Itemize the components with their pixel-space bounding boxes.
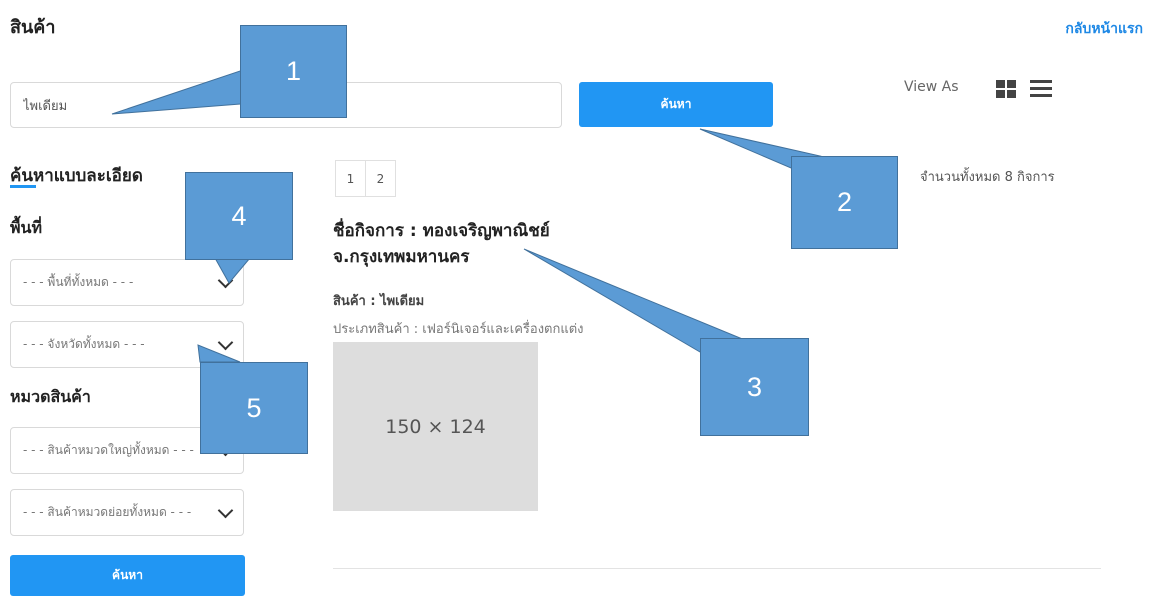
callout-1: 1	[240, 25, 347, 118]
view-as-label: View As	[904, 79, 959, 95]
sub-category-select[interactable]: - - - สินค้าหมวดย่อยทั้งหมด - - -	[10, 489, 244, 536]
province-select[interactable]: - - - จังหวัดทั้งหมด - - -	[10, 321, 244, 368]
main-category-select-value: - - - สินค้าหมวดใหญ่ทั้งหมด - - -	[23, 443, 194, 457]
page-link-1[interactable]: 1	[335, 160, 366, 197]
chevron-down-icon	[217, 334, 234, 350]
grid-view-icon[interactable]	[996, 80, 1016, 98]
chevron-down-icon	[217, 272, 234, 288]
business-province: จ.กรุงเทพมหานคร	[333, 247, 470, 267]
callout-2: 2	[791, 156, 898, 249]
advanced-search-button[interactable]: ค้นหา	[10, 555, 245, 596]
product-type: ประเภทสินค้า : เฟอร์นิเจอร์และเครื่องตกแ…	[333, 322, 584, 337]
chevron-down-icon	[217, 502, 234, 518]
back-to-home-link[interactable]: กลับหน้าแรก	[1065, 18, 1143, 40]
list-view-icon[interactable]	[1030, 79, 1052, 97]
category-label: หมวดสินค้า	[10, 387, 91, 406]
result-item[interactable]: ชื่อกิจการ : ทองเจริญพาณิชย์ จ.กรุงเทพมห…	[333, 218, 550, 270]
province-select-value: - - - จังหวัดทั้งหมด - - -	[23, 337, 145, 351]
page-link-2[interactable]: 2	[365, 160, 396, 197]
product-image-placeholder[interactable]: 150 × 124	[333, 342, 538, 511]
title-underline	[10, 185, 36, 188]
total-count: จำนวนทั้งหมด 8 กิจการ	[920, 170, 1055, 185]
area-select[interactable]: - - - พื้นที่ทั้งหมด - - -	[10, 259, 244, 306]
business-name[interactable]: ชื่อกิจการ : ทองเจริญพาณิชย์	[333, 218, 550, 244]
divider	[333, 568, 1101, 569]
product-name: สินค้า : ไพเดียม	[333, 294, 425, 309]
search-button[interactable]: ค้นหา	[579, 82, 773, 127]
sub-category-select-value: - - - สินค้าหมวดย่อยทั้งหมด - - -	[23, 505, 192, 519]
page-title: สินค้า	[10, 17, 56, 38]
area-label: พื้นที่	[10, 218, 43, 237]
callout-5: 5	[200, 362, 308, 454]
callout-3: 3	[700, 338, 809, 436]
callout-4: 4	[185, 172, 293, 260]
area-select-value: - - - พื้นที่ทั้งหมด - - -	[23, 275, 134, 289]
image-size-label: 150 × 124	[385, 415, 486, 438]
